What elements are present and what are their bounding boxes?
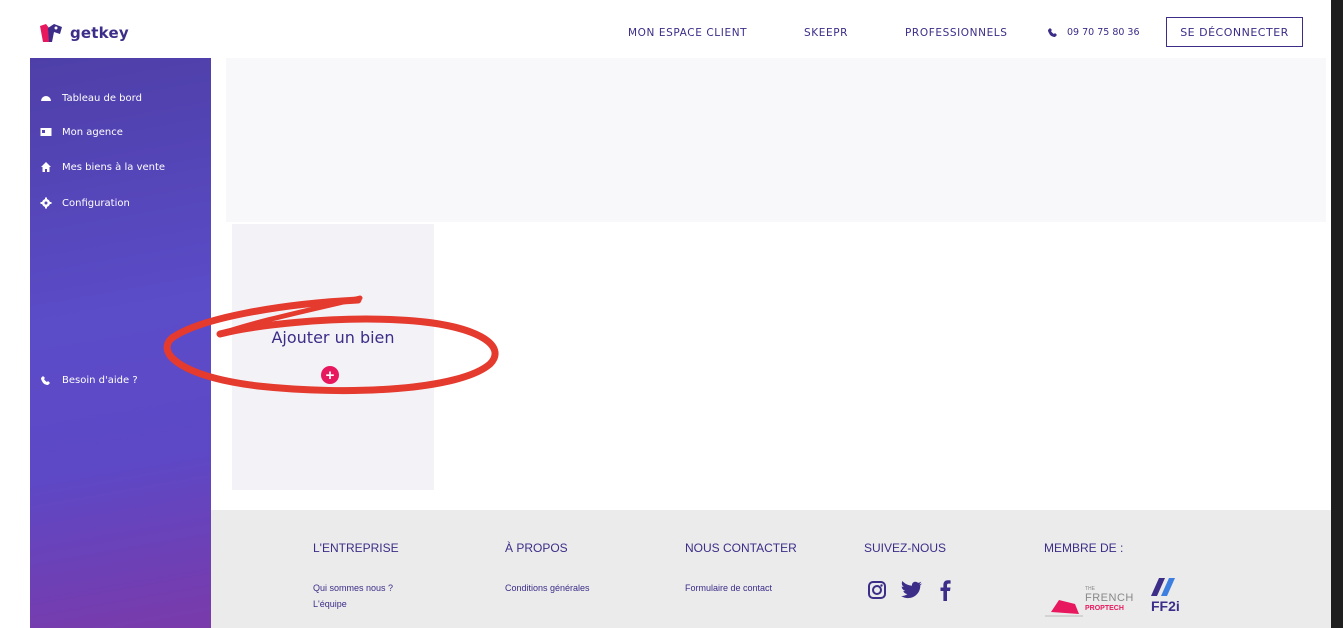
- partner-proptech: PROPTECH: [1085, 605, 1124, 612]
- gear-icon: [40, 197, 52, 209]
- help-label: Besoin d'aide ?: [62, 374, 138, 386]
- window-edge: [1331, 0, 1343, 628]
- french-proptech-logo: THE FRENCH PROPTECH: [1045, 586, 1145, 622]
- footer-link-conditions[interactable]: Conditions générales: [505, 583, 590, 593]
- annotation-circle: [163, 295, 499, 395]
- footer-link-equipe[interactable]: L'équipe: [313, 599, 347, 609]
- ff2i-text: FF2i: [1151, 598, 1180, 614]
- footer-heading-membre-de: MEMBRE DE :: [1044, 541, 1124, 555]
- content-panel: [226, 58, 1326, 222]
- page: getkey MON ESPACE CLIENT SKEEPR PROFESSI…: [0, 0, 1343, 628]
- partner-french: FRENCH: [1085, 592, 1134, 604]
- footer-heading-a-propos: À PROPOS: [505, 541, 568, 555]
- sidebar-item-label: Mon agence: [62, 126, 123, 138]
- phone-number: 09 70 75 80 36: [1067, 26, 1140, 38]
- sidebar-item-tableau-de-bord[interactable]: Tableau de bord: [40, 92, 142, 104]
- footer-link-formulaire-contact[interactable]: Formulaire de contact: [685, 583, 772, 593]
- footer-link-qui-sommes-nous[interactable]: Qui sommes nous ?: [313, 583, 393, 593]
- sidebar-item-configuration[interactable]: Configuration: [40, 197, 130, 209]
- sidebar-item-label: Mes biens à la vente: [62, 161, 166, 173]
- sidebar-item-label: Configuration: [62, 197, 130, 209]
- nav-skeepr[interactable]: SKEEPR: [804, 27, 848, 39]
- phone-icon: [1048, 28, 1057, 37]
- french-proptech-mark: [1045, 600, 1083, 617]
- sidebar-item-label: Tableau de bord: [62, 92, 142, 104]
- footer-heading-entreprise: L'ENTREPRISE: [313, 541, 399, 555]
- instagram-icon[interactable]: [867, 580, 887, 600]
- twitter-icon[interactable]: [901, 581, 923, 599]
- phone-link[interactable]: 09 70 75 80 36: [1047, 26, 1140, 38]
- footer: L'ENTREPRISE Qui sommes nous ? L'équipe …: [211, 510, 1331, 628]
- nav-professionnels[interactable]: PROFESSIONNELS: [905, 27, 1008, 39]
- top-header: getkey MON ESPACE CLIENT SKEEPR PROFESSI…: [0, 0, 1331, 58]
- dashboard-icon: [41, 96, 51, 101]
- phone-icon: [41, 376, 50, 385]
- id-card-icon: [40, 128, 52, 136]
- ff2i-logo: FF2i: [1147, 576, 1181, 620]
- logo-text: getkey: [70, 24, 129, 42]
- home-icon: [41, 162, 51, 172]
- footer-heading-suivez-nous: SUIVEZ-NOUS: [864, 541, 947, 555]
- logo-mark-icon: [40, 24, 62, 42]
- facebook-icon[interactable]: [939, 579, 951, 601]
- help-link[interactable]: Besoin d'aide ?: [40, 374, 138, 386]
- footer-heading-nous-contacter: NOUS CONTACTER: [685, 541, 797, 555]
- logout-button[interactable]: SE DÉCONNECTER: [1166, 17, 1303, 47]
- sidebar-item-mon-agence[interactable]: Mon agence: [40, 126, 123, 138]
- sidebar-item-mes-biens[interactable]: Mes biens à la vente: [40, 161, 165, 173]
- getkey-logo[interactable]: getkey: [38, 22, 129, 44]
- ff2i-mark: [1151, 578, 1175, 596]
- nav-mon-espace-client[interactable]: MON ESPACE CLIENT: [628, 27, 747, 39]
